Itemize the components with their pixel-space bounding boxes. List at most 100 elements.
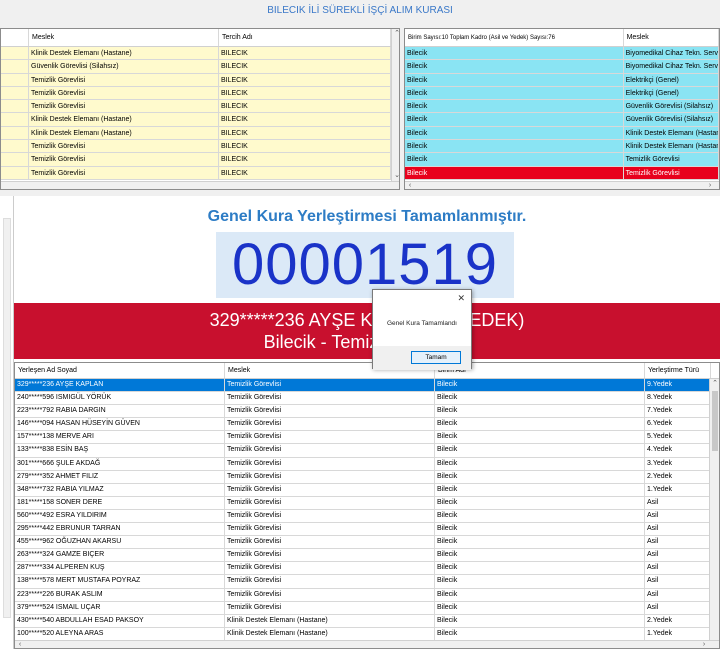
table-row[interactable]: 223*****226 BURAK ASLIM Temizlik Görevlis… [15, 588, 719, 602]
cell-meslek: Temizlik Görevlisi [225, 379, 435, 392]
cell-tercih-adi: BILECIK [219, 47, 391, 60]
cell-yerlestirme-turu: 2.Yedek [645, 614, 711, 627]
cell-meslek: Klinik Destek Elemanı (Hastane) [29, 113, 219, 126]
table-row[interactable]: Bilecik Klinik Destek Elemanı (Hastane) [405, 126, 719, 141]
table-row[interactable]: Temizlik Görevlisi BILECIK [1, 166, 399, 180]
cell-tercih-adi: BILECIK [219, 60, 391, 73]
row-indicator[interactable] [1, 100, 29, 113]
close-icon[interactable]: ✕ [457, 293, 465, 304]
row-indicator[interactable] [1, 140, 29, 153]
preference-grid[interactable]: Meslek Tercih Adı Klinik Destek Elemanı … [0, 28, 400, 190]
unit-grid[interactable]: Birim Sayısı:10 Toplam Kadro (Asil ve Ye… [404, 28, 720, 190]
table-row[interactable]: 181*****158 SONER DERE Temizlik Görevlisi… [15, 496, 719, 510]
cell-ad-soyad: 133*****838 ESİN BAŞ [15, 444, 225, 457]
cell-meslek: Temizlik Görevlisi [225, 483, 435, 496]
scroll-left-icon[interactable]: ‹ [405, 181, 415, 189]
table-row[interactable]: 348*****732 RABIA YILMAZ Temizlik Görevli… [15, 483, 719, 497]
table-row[interactable]: Temizlik Görevlisi BILECIK [1, 86, 399, 101]
left-panel-scrollbar[interactable] [3, 218, 11, 618]
winner-banner-line2: Bilecik - Temizlik Görevlisi [263, 332, 471, 352]
column-header-birim[interactable]: Birim Sayısı:10 Toplam Kadro (Asil ve Ye… [405, 29, 624, 46]
table-row[interactable]: 301*****666 ŞULE AKDAĞ Temizlik Görevlisi… [15, 457, 719, 471]
table-row[interactable]: Bilecik Klinik Destek Elemanı (Hastane) [405, 140, 719, 154]
cell-tercih-adi: BILECIK [219, 126, 391, 140]
table-row[interactable]: 223*****792 RABIA DARGIN Temizlik Görevli… [15, 405, 719, 419]
table-row[interactable]: Bilecik Güvenlik Görevlisi (Silahsız) [405, 113, 719, 127]
column-header-tercih-adi[interactable]: Tercih Adı [219, 29, 391, 46]
table-row[interactable]: 287*****334 ALPEREN KUŞ Temizlik Görevlis… [15, 562, 719, 576]
table-row[interactable]: Güvenlik Görevlisi (Silahsız) BILECIK [1, 60, 399, 74]
cell-meslek: Temizlik Görevlisi [29, 140, 219, 153]
column-header-ad-soyad[interactable]: Yerleşen Ad Soyad [15, 363, 225, 378]
ok-button[interactable]: Tamam [411, 351, 461, 364]
table-row[interactable]: Klinik Destek Elemanı (Hastane) BILECIK [1, 113, 399, 127]
table-row[interactable]: 263*****324 GAMZE BIÇER Temizlik Görevlis… [15, 549, 719, 563]
table-row[interactable]: Bilecik Temizlik Görevlisi [405, 153, 719, 167]
cell-ad-soyad: 181*****158 SONER DERE [15, 496, 225, 509]
cell-tercih-adi: BILECIK [219, 73, 391, 86]
scroll-left-icon[interactable]: ‹ [15, 640, 25, 648]
cell-ad-soyad: 455*****962 OĞUZHAN AKARSU [15, 536, 225, 549]
table-row[interactable]: 146*****094 HASAN HÜSEYİN GÜVEN Temizlik … [15, 418, 719, 432]
unit-grid-hscroll[interactable]: ‹ › [405, 181, 719, 189]
table-row[interactable]: 560*****492 ESRA YILDIRIM Temizlik Görevl… [15, 509, 719, 524]
cell-ad-soyad: 329*****236 AYŞE KAPLAN [15, 379, 225, 392]
unit-grid-header: Birim Sayısı:10 Toplam Kadro (Asil ve Ye… [405, 29, 719, 47]
table-row[interactable]: Klinik Destek Elemanı (Hastane) BILECIK [1, 126, 399, 141]
table-row[interactable]: 138*****578 MERT MUSTAFA POYRAZ Temizlik … [15, 575, 719, 589]
table-row[interactable]: Klinik Destek Elemanı (Hastane) BILECIK [1, 47, 399, 61]
scroll-up-icon[interactable]: ⌃ [392, 29, 399, 39]
scroll-right-icon[interactable]: › [705, 181, 715, 189]
scroll-down-icon[interactable]: ⌄ [392, 171, 399, 181]
table-row[interactable]: 133*****838 ESİN BAŞ Temizlik Görevlisi Bi… [15, 444, 719, 458]
table-row[interactable]: Bilecik Elektrikçi (Genel) [405, 86, 719, 101]
row-indicator[interactable] [1, 153, 29, 166]
column-header-meslek[interactable]: Meslek [624, 29, 719, 46]
placement-grid[interactable]: Yerleşen Ad Soyad Meslek Birim Adı Yerle… [14, 362, 720, 649]
table-row[interactable]: Bilecik Biyomedikal Cihaz Tekn. Servis [405, 60, 719, 74]
table-row[interactable]: Bilecik Temizlik Görevlisi [405, 166, 719, 180]
table-row[interactable]: 329*****236 AYŞE KAPLAN Temizlik Görevlis… [15, 379, 719, 393]
row-indicator[interactable] [1, 47, 29, 60]
row-indicator[interactable] [1, 60, 29, 73]
table-row[interactable]: Bilecik Güvenlik Görevlisi (Silahsız) [405, 100, 719, 114]
cell-ad-soyad: 223*****226 BURAK ASLIM [15, 588, 225, 601]
cell-ad-soyad: 560*****492 ESRA YILDIRIM [15, 509, 225, 523]
table-row[interactable]: 455*****962 OĞUZHAN AKARSU Temizlik Görev… [15, 536, 719, 550]
row-indicator[interactable] [1, 166, 29, 179]
table-row[interactable]: 295*****442 EBRUNUR TARRAN Temizlik Görev… [15, 523, 719, 537]
scroll-right-icon[interactable]: › [699, 640, 709, 648]
cell-yerlestirme-turu: 3.Yedek [645, 457, 711, 470]
table-row[interactable]: Bilecik Elektrikçi (Genel) [405, 73, 719, 87]
table-row[interactable]: Temizlik Görevlisi BILECIK [1, 73, 399, 87]
cell-birim-adi: Bilecik [435, 470, 645, 483]
table-row[interactable]: 157*****138 MERVE ARI Temizlik Görevlisi B… [15, 431, 719, 445]
table-row[interactable]: 100*****520 ALEYNA ARAS Klinik Destek Ele… [15, 627, 719, 641]
table-row[interactable]: Temizlik Görevlisi BILECIK [1, 100, 399, 114]
table-row[interactable]: Temizlik Görevlisi BILECIK [1, 153, 399, 167]
row-indicator[interactable] [1, 113, 29, 126]
placement-grid-hscroll[interactable]: ‹ › [15, 640, 719, 648]
table-row[interactable]: 379*****524 ISMAIL UÇAR Temizlik Görevlis… [15, 601, 719, 615]
table-row[interactable]: 240*****596 ISMIGÜL YÖRÜK Temizlik Görevl… [15, 392, 719, 406]
placement-grid-vscroll[interactable]: ⌃ [709, 379, 719, 641]
cell-meslek: Temizlik Görevlisi [225, 470, 435, 483]
column-header-meslek[interactable]: Meslek [29, 29, 219, 46]
row-indicator[interactable] [1, 73, 29, 86]
cell-birim: Bilecik [405, 153, 624, 166]
cell-birim: Bilecik [405, 73, 624, 86]
scroll-up-icon[interactable]: ⌃ [710, 379, 719, 389]
cell-birim: Bilecik [405, 140, 624, 153]
cell-tercih-adi: BILECIK [219, 153, 391, 166]
table-row[interactable]: 279*****352 AHMET FILIZ Temizlik Görevlis… [15, 470, 719, 484]
table-row[interactable]: Bilecik Biyomedikal Cihaz Tekn. Servis [405, 47, 719, 61]
row-indicator[interactable] [1, 126, 29, 140]
table-row[interactable]: Temizlik Görevlisi BILECIK [1, 140, 399, 154]
preference-grid-hscroll[interactable] [1, 181, 399, 189]
cell-birim-adi: Bilecik [435, 379, 645, 392]
row-indicator[interactable] [1, 86, 29, 100]
column-header-yerlestirme-turu[interactable]: Yerleştirme Türü [645, 363, 711, 378]
scroll-thumb[interactable] [712, 391, 718, 451]
table-row[interactable]: 430*****540 ABDULLAH ESAD PAKSOY Klinik D… [15, 614, 719, 628]
preference-grid-vscroll[interactable]: ⌃ ⌄ [391, 29, 399, 181]
